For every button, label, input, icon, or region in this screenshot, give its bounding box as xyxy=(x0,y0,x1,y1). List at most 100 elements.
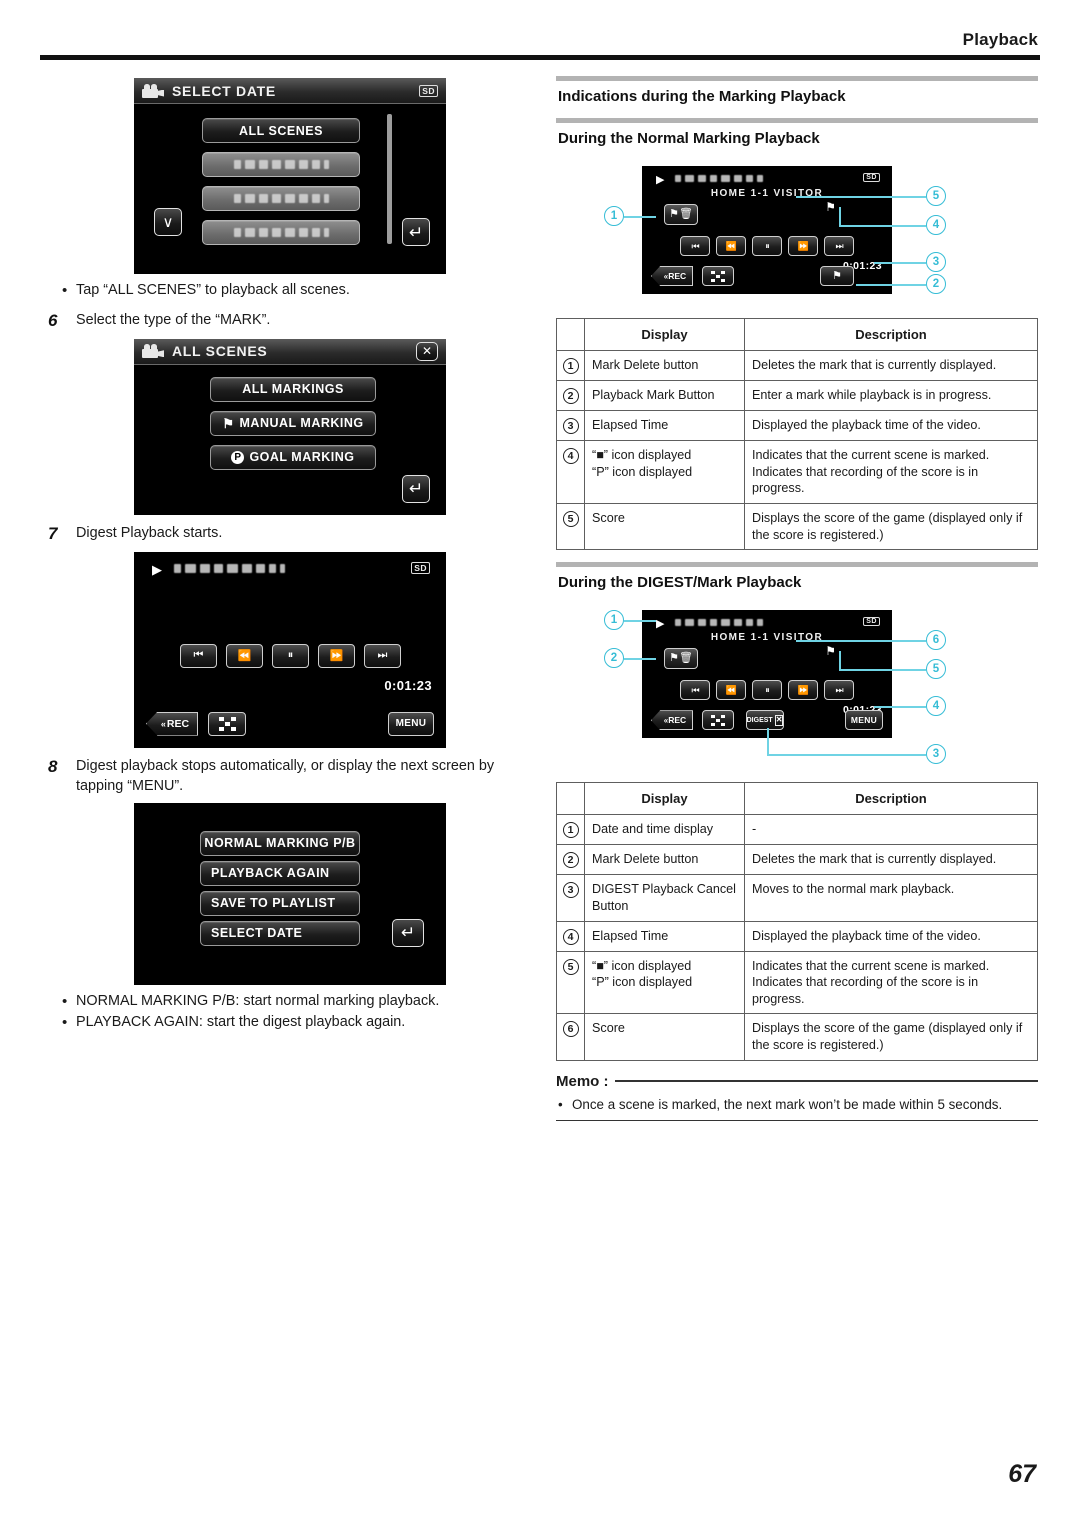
row-display: Score xyxy=(584,502,745,551)
row-display: DIGEST Playback Cancel Button xyxy=(584,874,745,922)
index-view-button[interactable] xyxy=(702,266,734,286)
memo-label: Memo : xyxy=(556,1072,609,1090)
col-description: Description xyxy=(744,782,1038,816)
all-scenes-button[interactable]: ALL SCENES xyxy=(202,118,360,143)
row-index: 5 xyxy=(556,950,585,1015)
leader-line-3-v xyxy=(767,728,769,755)
menu-button[interactable]: MENU xyxy=(388,711,434,736)
skip-back-button[interactable]: ⏮ xyxy=(179,643,217,668)
rewind-button[interactable]: ⏪ xyxy=(716,680,746,701)
playback-mark-button[interactable]: ⚑ xyxy=(820,266,854,286)
pause-button[interactable]: ⏸ xyxy=(271,643,309,668)
memo-item: • Once a scene is marked, the next mark … xyxy=(556,1090,1038,1122)
row-display: Score xyxy=(584,1013,745,1061)
transport-controls: ⏮ ⏪ ⏸ ⏩ ⏭ xyxy=(642,236,892,256)
rec-label: REC xyxy=(668,715,687,726)
playback-again-button[interactable]: PLAYBACK AGAIN xyxy=(200,860,360,886)
close-button[interactable]: ✕ xyxy=(416,341,438,361)
goal-marking-button[interactable]: P GOAL MARKING xyxy=(210,444,376,470)
rec-mode-button[interactable]: « REC xyxy=(146,711,198,736)
screen-title: SELECT DATE xyxy=(172,82,276,99)
lcd-body: ▶ SD HOME 1-1 VISITOR ⚑🗑 ⚑ ⏮ ⏪ ⏸ ⏩ ⏭ 0:0 xyxy=(642,166,892,294)
callout-4: 4 xyxy=(926,215,946,235)
camcorder-icon xyxy=(142,83,164,98)
save-to-playlist-button[interactable]: SAVE TO PLAYLIST xyxy=(200,890,360,916)
rec-label: REC xyxy=(668,271,687,281)
note-text: NORMAL MARKING P/B: start normal marking… xyxy=(76,992,440,1009)
skip-forward-button[interactable]: ⏭ xyxy=(824,236,854,256)
lcd-body: ▶ SD ⏮ ⏪ ⏸ ⏩ ⏭ 0:01:23 « REC MENU xyxy=(134,552,446,748)
rec-mode-button[interactable]: « REC xyxy=(651,266,693,286)
table-digest-marking: Display Description 1 Date and time disp… xyxy=(556,782,1038,1061)
date-row-1[interactable] xyxy=(202,152,360,177)
after-digest-notes: • NORMAL MARKING P/B: start normal marki… xyxy=(62,991,518,1035)
rewind-button[interactable]: ⏪ xyxy=(716,236,746,256)
return-button[interactable]: ↵ xyxy=(402,474,430,503)
col-description: Description xyxy=(744,317,1038,352)
lcd-body: NORMAL MARKING P/B PLAYBACK AGAIN SAVE T… xyxy=(134,803,446,985)
table-normal-marking: Display Description 1 Mark Delete button… xyxy=(556,317,1038,551)
rewind-button[interactable]: ⏪ xyxy=(225,643,263,668)
return-button[interactable]: ↵ xyxy=(392,918,424,947)
manual-marking-button[interactable]: ⚑ MANUAL MARKING xyxy=(210,410,376,436)
mark-delete-button[interactable]: ⚑🗑 xyxy=(664,204,698,225)
step-7: 7 Digest Playback starts. xyxy=(48,523,518,546)
callout-1: 1 xyxy=(604,206,624,226)
row-description: Moves to the normal mark playback. xyxy=(744,874,1038,922)
leader-line-3 xyxy=(874,262,926,264)
row-index: 3 xyxy=(556,874,585,922)
pause-button[interactable]: ⏸ xyxy=(752,236,782,256)
callout-3: 3 xyxy=(926,252,946,272)
screen-select-date: SELECT DATE SD ALL SCENES ∨ ↵ xyxy=(134,78,446,274)
lcd-body: ALL SCENES ∨ ↵ xyxy=(134,104,446,274)
pause-button[interactable]: ⏸ xyxy=(752,680,782,701)
scroll-down-button[interactable]: ∨ xyxy=(154,208,182,236)
table-row: 3 Elapsed Time Displayed the playback ti… xyxy=(556,410,1038,442)
note-text: Tap “ALL SCENES” to playback all scenes. xyxy=(76,282,350,298)
skip-back-button[interactable]: ⏮ xyxy=(680,680,710,701)
row-display: Elapsed Time xyxy=(584,920,745,952)
step-number: 7 xyxy=(48,523,58,543)
index-view-button[interactable] xyxy=(702,710,734,731)
left-column: SELECT DATE SD ALL SCENES ∨ ↵ • Tap “ALL… xyxy=(48,72,518,1038)
leader-line-1 xyxy=(624,620,656,622)
table-row: 4 Elapsed Time Displayed the playback ti… xyxy=(556,920,1038,952)
skip-forward-button[interactable]: ⏭ xyxy=(363,643,401,668)
leader-line-5-v xyxy=(839,651,841,670)
mark-delete-button[interactable]: ⚑🗑 xyxy=(664,648,698,670)
index-grid-icon xyxy=(711,714,725,726)
sd-card-icon: SD xyxy=(863,173,880,182)
row-description: Indicates that the current scene is mark… xyxy=(744,950,1038,1015)
memo-box: Memo : • Once a scene is marked, the nex… xyxy=(556,1072,1038,1122)
row-index: 6 xyxy=(556,1013,585,1061)
fast-forward-button[interactable]: ⏩ xyxy=(788,236,818,256)
page-number: 67 xyxy=(1008,1460,1036,1488)
fast-forward-button[interactable]: ⏩ xyxy=(317,643,355,668)
flag-icon: ⚑ xyxy=(222,415,235,431)
table-row: 5 “■” icon displayed “P” icon displayed I… xyxy=(556,950,1038,1015)
row-index: 2 xyxy=(556,380,585,412)
memo-rule xyxy=(614,1080,1038,1082)
all-markings-button[interactable]: ALL MARKINGS xyxy=(210,376,376,402)
goal-marking-label: GOAL MARKING xyxy=(249,450,355,465)
digest-cancel-button[interactable]: DIGEST ✕ xyxy=(746,710,784,731)
fast-forward-button[interactable]: ⏩ xyxy=(788,680,818,701)
manual-marking-label: MANUAL MARKING xyxy=(239,416,364,431)
rec-mode-button[interactable]: « REC xyxy=(651,710,693,731)
select-date-button[interactable]: SELECT DATE xyxy=(200,920,360,946)
date-row-3[interactable] xyxy=(202,220,360,245)
menu-button[interactable]: MENU xyxy=(845,710,883,731)
callout-5: 5 xyxy=(926,186,946,206)
return-button[interactable]: ↵ xyxy=(402,218,430,246)
index-view-button[interactable] xyxy=(208,711,246,736)
col-display: Display xyxy=(584,317,745,352)
scrollbar[interactable] xyxy=(387,114,392,244)
camcorder-icon xyxy=(142,344,164,359)
flag-trash-icon: ⚑🗑 xyxy=(669,208,693,220)
skip-forward-button[interactable]: ⏭ xyxy=(824,680,854,701)
rec-label: REC xyxy=(166,717,190,730)
normal-marking-pb-button[interactable]: NORMAL MARKING P/B xyxy=(200,830,360,856)
skip-back-button[interactable]: ⏮ xyxy=(680,236,710,256)
return-arrow-icon: ↵ xyxy=(408,222,424,242)
date-row-2[interactable] xyxy=(202,186,360,211)
